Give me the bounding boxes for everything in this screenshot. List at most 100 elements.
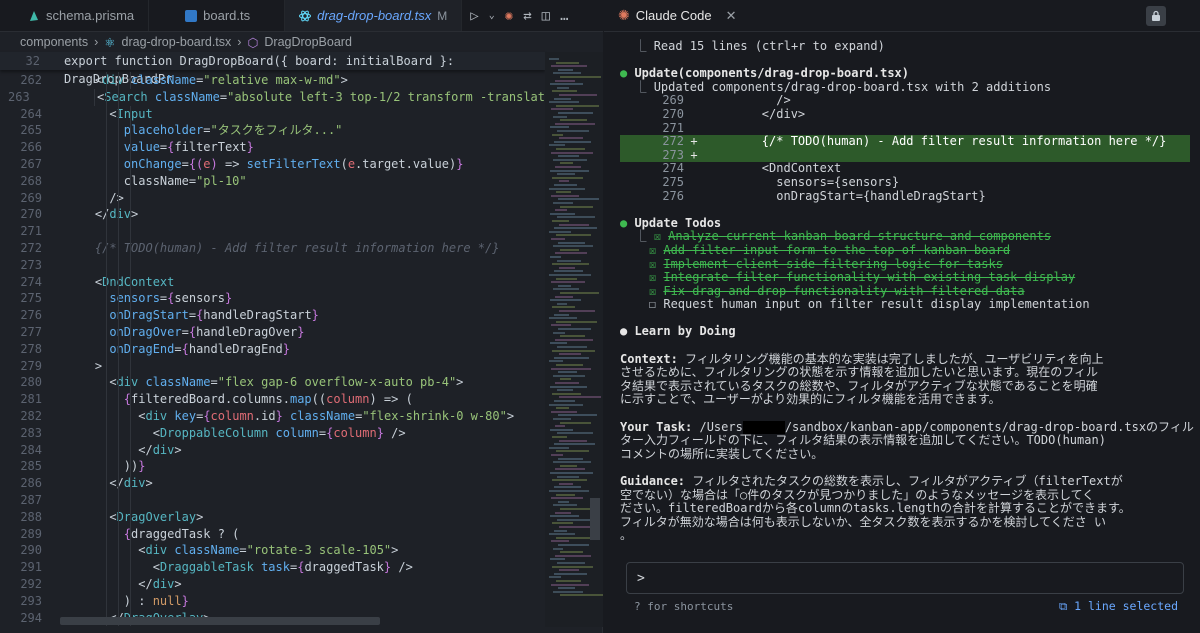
code-text: <DraggableTask task={draggedTask} /> [42,559,413,576]
indent-guide [130,206,131,224]
indent-guide [130,391,131,408]
minimap-line [549,317,577,320]
split-editor-icon[interactable]: ◫ [542,8,550,24]
minimap-line [552,392,581,395]
horizontal-scrollbar[interactable] [60,617,380,625]
diff-line: 274 <DndContext [620,162,1190,176]
minimap-line [551,367,591,370]
context-text: タ結果で表示されているタスクの総数や、フィルタがアクティブな状態であることを明確 [620,378,1098,393]
code-token: handleDragStart [203,308,312,323]
code-text: sensors={sensors} [42,290,232,308]
breadcrumb-file[interactable]: drag-drop-board.tsx [122,35,232,49]
code-line: 281 {filteredBoard.columns.map((column) … [0,391,545,408]
diff-marker: + [690,147,698,162]
indent-guide [93,88,95,106]
code-line: 276 onDragStart={handleDragStart} [0,307,545,324]
line-number: 273 [20,257,42,272]
code-token: = [181,156,189,171]
tab-schema-prisma[interactable]: schema.prisma [0,0,150,31]
code-text: {filteredBoard.columns.map((column) => ( [42,391,413,408]
code-line: 266 value={filterText} [0,139,545,156]
code-text: {draggedTask ? ( [42,525,239,543]
compare-icon[interactable]: ⇄ [523,8,531,24]
code-text [42,256,131,274]
todo-prefix [620,257,649,271]
minimap-line [551,410,577,413]
prompt-input[interactable]: > [626,562,1184,594]
code-token: filteredBoard.columns. [131,392,290,407]
line-number: 293 [20,593,42,608]
code-token: DragOverlay [116,509,197,524]
code-token: filterText [174,140,247,155]
indent-guide [106,155,107,173]
code-token: } [246,140,254,155]
code-text [42,491,131,509]
code-token: "タスクをフィルタ..." [210,123,343,138]
breadcrumb-folder[interactable]: components [20,35,88,49]
code-editor[interactable]: 262 <div className="relative max-w-md"> 2… [0,72,545,627]
code-line: 285 ))} [0,458,545,476]
minimap-line [555,382,579,384]
code-token: > [506,408,515,423]
indent-guide [118,189,119,207]
task-label: Your Task: [620,419,693,434]
code-token: column [326,392,370,407]
line-number: 278 [20,341,42,356]
indent-guide [130,239,131,257]
code-line: 263 <Search className="absolute left-3 t… [0,88,545,106]
code-token: { [188,324,197,339]
code-token: { [181,341,189,356]
minimap-line [559,396,601,399]
minimap-line [556,493,575,496]
code-token: ) : [66,593,153,608]
line-number: 265 [20,123,42,138]
more-icon[interactable]: … [560,8,568,24]
minimap-line [557,302,567,305]
code-token: .id [253,408,276,423]
minimap-line [549,187,585,190]
minimap-line [553,202,573,204]
run-icon[interactable]: ▷ [470,8,478,24]
code-token: /> [383,425,406,440]
panel-tab-bar: ✺ Claude Code ✕ [604,0,1200,32]
minimap-line [552,176,583,179]
indent-guide [118,139,119,156]
line-number: 269 [20,190,42,205]
sticky-scroll-header[interactable]: 32 export function DragDropBoard({ board… [0,52,545,86]
lock-icon[interactable] [1146,6,1166,26]
minimap-line [551,454,563,456]
minimap-line [555,425,565,428]
empty-box-icon: ☐ [648,297,664,312]
diff-line-number: 269 [662,93,684,108]
claude-icon[interactable]: ✺ [505,8,513,24]
minimap-line [554,270,583,273]
minimap-line [553,158,587,161]
tab-drag-drop-board[interactable]: drag-drop-board.tsx M [285,0,463,31]
minimap-line [551,194,579,197]
status-dot-icon: ● [620,215,635,230]
minimap-line [559,353,581,356]
code-token: > [131,207,139,222]
claude-code-panel: ✺ Claude Code ✕ ⎿ Read 15 lines (ctrl+r … [604,0,1200,633]
chevron-down-icon[interactable]: ⌄ [489,10,495,21]
code-line: 278 onDragEnd={handleDragEnd} [0,340,545,358]
code-token: Input [116,106,153,121]
tab-claude-code[interactable]: ✺ Claude Code ✕ [604,0,751,31]
minimap-line [558,457,583,460]
code-token: } [297,324,305,339]
breadcrumb-symbol[interactable]: DragDropBoard [264,35,352,49]
line-number: 271 [20,224,42,239]
guidance-line: フィルタが無効な場合は何も表示しないか、全タスク数を表示するかを検討してくださ … [620,515,1190,530]
scrollbar-thumb[interactable] [590,498,600,540]
code-line: 282 <div key={column.id} className="flex… [0,407,545,425]
selection-indicator[interactable]: ⧉ 1 line selected [1059,599,1178,614]
minimap-line [556,61,579,64]
code-text: {/* TODO(human) - Add filter result info… [42,239,499,257]
diff-line-number: 270 [662,106,684,121]
tab-board-ts[interactable]: board.ts [149,0,286,31]
code-token: = [188,173,197,188]
minimap[interactable] [545,52,603,627]
minimap-line [557,562,585,564]
close-icon[interactable]: ✕ [726,8,737,24]
minimap-line [553,115,567,118]
